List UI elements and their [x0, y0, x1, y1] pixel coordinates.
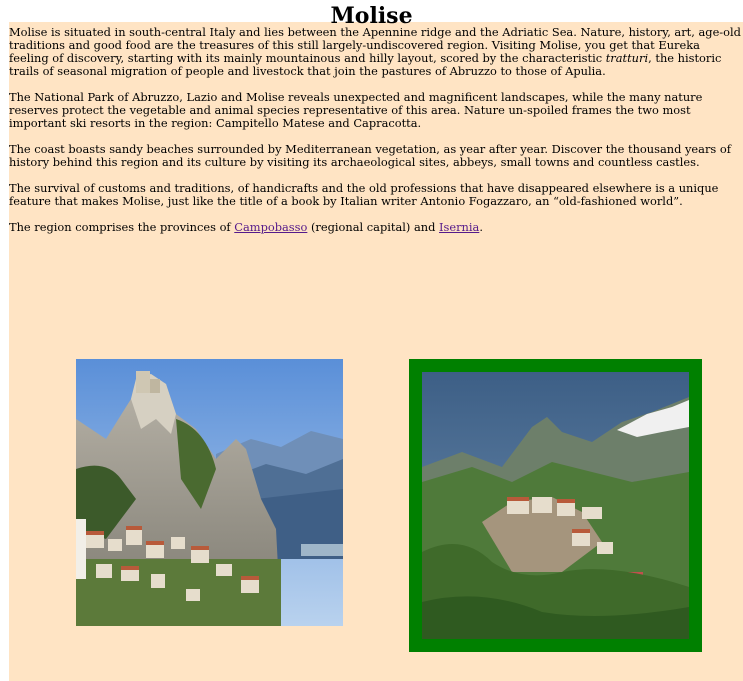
content-panel: Molise is situated in south-central Ital… — [9, 22, 743, 681]
paragraph-intro: Molise is situated in south-central Ital… — [9, 26, 743, 78]
isernia-link[interactable]: Isernia — [439, 220, 479, 234]
provinces-text-2: (regional capital) and — [307, 220, 440, 234]
paragraph-national-park: The National Park of Abruzzo, Lazio and … — [9, 90, 703, 130]
mountain-village-photo — [422, 372, 689, 639]
tratturi-term: tratturi — [605, 51, 649, 65]
hilltop-village-photo — [76, 359, 343, 626]
provinces-text-3: . — [479, 220, 483, 234]
provinces-text-1: The region comprises the provinces of — [9, 220, 235, 234]
article-text: Molise is situated in south-central Ital… — [9, 26, 743, 247]
framed-photo — [409, 359, 702, 652]
paragraph-provinces: The region comprises the provinces of Ca… — [9, 221, 743, 234]
page-title: Molise — [330, 3, 413, 29]
paragraph-coast: The coast boasts sandy beaches surrounde… — [9, 142, 731, 169]
paragraph-traditions: The survival of customs and traditions, … — [9, 181, 719, 208]
campobasso-link[interactable]: Campobasso — [234, 220, 307, 234]
